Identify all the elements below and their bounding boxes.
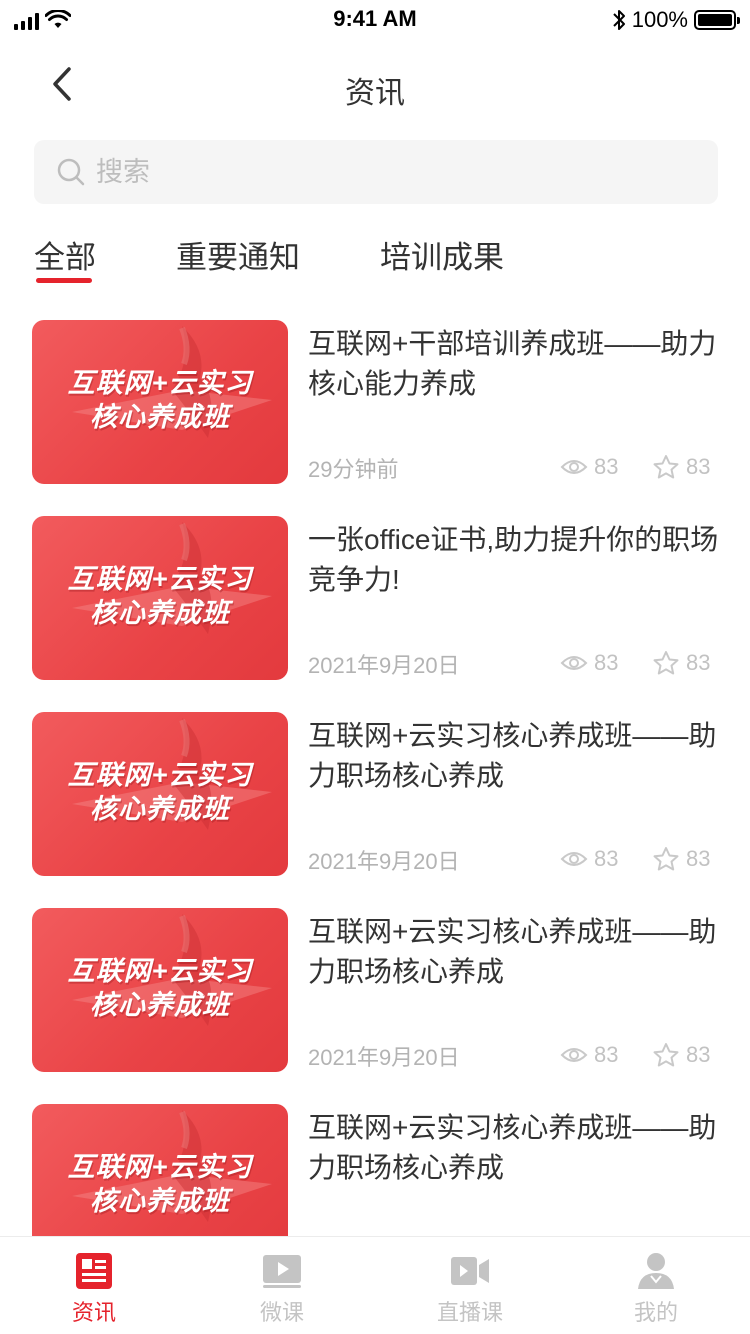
tabbar-label: 资讯 [71, 1300, 116, 1325]
thumbnail-line1: 互联网+云实习 [67, 956, 253, 986]
view-count: 83 [560, 846, 618, 872]
eye-icon [560, 1048, 588, 1062]
video-play-icon [263, 1255, 301, 1288]
user-icon [638, 1253, 674, 1289]
favorite-count[interactable]: 83 [652, 454, 710, 480]
thumbnail-line2: 核心养成班 [90, 402, 230, 432]
view-count: 83 [560, 650, 618, 676]
article-date: 29分钟前 [308, 457, 399, 482]
favorite-count[interactable]: 83 [652, 846, 710, 872]
thumbnail-line1: 互联网+云实习 [67, 564, 253, 594]
favorite-count-value: 83 [686, 454, 711, 479]
article-thumbnail: 互联网+云实习 核心养成班 [32, 320, 288, 484]
star-icon [653, 1043, 679, 1067]
article-thumbnail: 互联网+云实习 核心养成班 [32, 908, 288, 1072]
article-item[interactable]: 互联网+云实习 核心养成班 互联网+云实习核心养成班——助力职场核心养成 2021年9… [0, 908, 750, 1072]
favorite-count[interactable]: 83 [652, 1042, 710, 1068]
tabbar-item-live[interactable]: 直播课 [400, 1237, 540, 1334]
eye-icon [560, 656, 588, 670]
article-title: 互联网+干部培训养成班——助力核心能力养成 [308, 328, 717, 399]
view-count-value: 83 [594, 846, 619, 871]
article-item[interactable]: 互联网+云实习 核心养成班 一张office证书,助力提升你的职场竞争力! 2021年… [0, 516, 750, 680]
article-date: 2021年9月20日 [308, 849, 460, 874]
star-icon [653, 847, 679, 871]
battery-percent: 100% [631, 7, 688, 32]
thumbnail-line2: 核心养成班 [90, 794, 230, 824]
view-count-value: 83 [594, 1042, 619, 1067]
thumbnail-line2: 核心养成班 [90, 1186, 230, 1216]
status-right: 100% [612, 7, 740, 33]
category-tabs: 全部 重要通知 培训成果 [0, 232, 750, 292]
article-title: 互联网+云实习核心养成班——助力职场核心养成 [308, 1112, 717, 1183]
tab-all[interactable]: 全部 [34, 232, 96, 277]
tab-important-notice[interactable]: 重要通知 [176, 232, 300, 277]
article-thumbnail: 互联网+云实习 核心养成班 [32, 1104, 288, 1236]
tabbar-item-profile[interactable]: 我的 [586, 1237, 726, 1334]
article-item[interactable]: 互联网+云实习 核心养成班 互联网+云实习核心养成班——助力职场核心养成 2021年9… [0, 712, 750, 876]
star-icon [653, 455, 679, 479]
thumbnail-line2: 核心养成班 [90, 598, 230, 628]
thumbnail-line2: 核心养成班 [90, 990, 230, 1020]
view-count-value: 83 [594, 650, 619, 675]
tabbar-item-microcourse[interactable]: 微课 [212, 1237, 352, 1334]
article-list: 互联网+云实习 核心养成班 互联网+干部培训养成班——助力核心能力养成 29分钟前 83… [0, 320, 750, 1236]
view-count-value: 83 [594, 454, 619, 479]
search-icon [57, 158, 85, 186]
page-title: 资讯 [345, 77, 405, 110]
article-thumbnail: 互联网+云实习 核心养成班 [32, 516, 288, 680]
favorite-count-value: 83 [686, 1042, 711, 1067]
nav-bar: 资讯 [0, 48, 750, 128]
tabbar-label: 直播课 [436, 1300, 503, 1325]
news-icon [76, 1253, 112, 1289]
tab-training-results[interactable]: 培训成果 [380, 232, 504, 277]
thumbnail-line1: 互联网+云实习 [67, 760, 253, 790]
view-count: 83 [560, 1042, 618, 1068]
article-date: 2021年9月20日 [308, 653, 460, 678]
star-icon [653, 651, 679, 675]
eye-icon [560, 852, 588, 866]
article-item[interactable]: 互联网+云实习 核心养成班 互联网+干部培训养成班——助力核心能力养成 29分钟前 83… [0, 320, 750, 484]
active-tab-indicator [36, 278, 92, 283]
bottom-tab-bar: 资讯 微课 直播课 我的 [0, 1236, 750, 1334]
favorite-count[interactable]: 83 [652, 650, 710, 676]
article-title: 一张office证书,助力提升你的职场竞争力! [308, 524, 719, 595]
search-input[interactable] [96, 156, 676, 188]
tabbar-label: 我的 [633, 1300, 678, 1325]
bluetooth-icon [613, 10, 625, 30]
tabbar-label: 微课 [259, 1300, 304, 1325]
tabbar-item-news[interactable]: 资讯 [24, 1237, 164, 1334]
article-thumbnail: 互联网+云实习 核心养成班 [32, 712, 288, 876]
battery-icon [694, 10, 740, 30]
article-item[interactable]: 互联网+云实习 核心养成班 互联网+云实习核心养成班——助力职场核心养成 [0, 1104, 750, 1236]
live-camera-icon [451, 1257, 489, 1285]
favorite-count-value: 83 [686, 846, 711, 871]
favorite-count-value: 83 [686, 650, 711, 675]
thumbnail-line1: 互联网+云实习 [67, 368, 253, 398]
eye-icon [560, 460, 588, 474]
status-bar: 9:41 AM 100% [0, 0, 750, 40]
article-date: 2021年9月20日 [308, 1045, 460, 1070]
article-title: 互联网+云实习核心养成班——助力职场核心养成 [308, 916, 717, 987]
thumbnail-line1: 互联网+云实习 [67, 1152, 253, 1182]
view-count: 83 [560, 454, 618, 480]
article-title: 互联网+云实习核心养成班——助力职场核心养成 [308, 720, 717, 791]
search-bar[interactable] [34, 140, 718, 204]
